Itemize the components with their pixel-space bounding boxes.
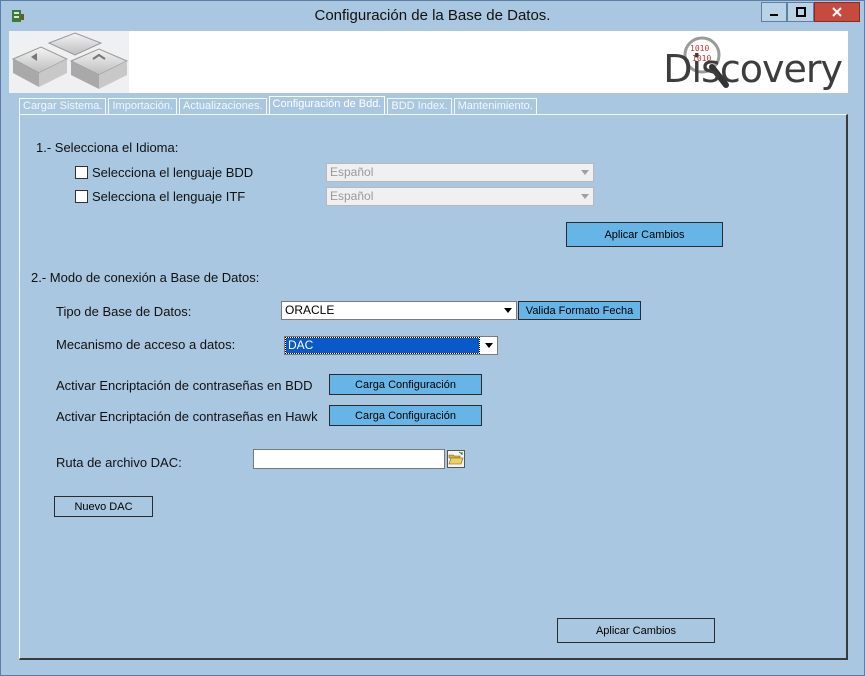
bdd-language-select[interactable]: Español [326,163,594,182]
encrypt-bdd-label: Activar Encriptación de contraseñas en B… [56,378,313,393]
chevron-down-icon [499,302,516,319]
bdd-language-label: Selecciona el lenguaje BDD [92,165,254,180]
access-mechanism-select[interactable]: DAC [284,336,498,355]
chevron-down-icon [576,188,593,205]
keyboard-keys-image [9,31,129,93]
apply-language-button[interactable]: Aplicar Cambios [566,222,723,247]
tab-importacion[interactable]: Importación. [108,98,178,115]
load-config-hawk-button[interactable]: Carga Configuración [329,405,482,426]
section-connection-heading: 2.- Modo de conexión a Base de Datos: [31,270,260,285]
itf-language-select[interactable]: Español [326,187,594,206]
encrypt-hawk-label: Activar Encriptación de contraseñas en H… [56,409,318,424]
db-type-label: Tipo de Base de Datos: [56,304,192,319]
tab-mantenimiento[interactable]: Mantenimiento. [453,98,537,115]
itf-language-label: Selecciona el lenguaje ITF [92,189,246,204]
section-language-heading: 1.- Selecciona el Idioma: [36,140,179,155]
close-icon [832,7,842,17]
itf-language-value: Español [330,189,374,203]
minimize-button[interactable] [761,2,787,22]
main-window: Configuración de la Base de Datos. 1010 … [0,0,865,676]
maximize-button[interactable] [787,2,814,22]
access-mechanism-value: DAC [285,337,480,354]
discovery-logo: 1010 1010 Discovery [628,31,848,93]
tab-strip: Cargar Sistema. Importación. Actualizaci… [19,96,539,115]
chevron-down-icon [576,164,593,181]
tab-actualizaciones[interactable]: Actualizaciones. [179,98,267,115]
db-type-select[interactable]: ORACLE [281,301,517,320]
title-bar[interactable]: Configuración de la Base de Datos. [1,1,864,31]
open-folder-icon [447,450,465,468]
tab-cargar-sistema[interactable]: Cargar Sistema. [19,98,107,115]
itf-language-checkbox[interactable] [75,190,88,203]
dac-path-label: Ruta de archivo DAC: [56,455,182,470]
db-type-value: ORACLE [285,303,335,317]
logo-text: Discovery [663,47,843,91]
bdd-language-checkbox[interactable] [75,166,88,179]
minimize-icon [770,14,778,16]
access-mechanism-label: Mecanismo de acceso a datos: [56,337,236,352]
bdd-language-value: Español [330,165,374,179]
new-dac-button[interactable]: Nuevo DAC [54,496,153,517]
tab-configuracion-bdd[interactable]: Configuración de Bdd. [268,96,386,115]
validate-date-format-button[interactable]: Valida Formato Fecha [518,301,641,320]
header-banner: 1010 1010 Discovery [9,31,848,93]
maximize-icon [795,7,806,17]
config-panel: 1.- Selecciona el Idioma: Selecciona el … [19,114,848,660]
load-config-bdd-button[interactable]: Carga Configuración [329,374,482,395]
dac-path-input[interactable] [253,449,445,469]
chevron-down-icon [480,337,497,354]
apply-changes-button[interactable]: Aplicar Cambios [557,618,715,643]
browse-folder-button[interactable] [447,450,465,468]
tab-bdd-index[interactable]: BDD Index. [387,98,452,115]
window-title: Configuración de la Base de Datos. [314,7,551,24]
close-button[interactable] [814,2,860,22]
